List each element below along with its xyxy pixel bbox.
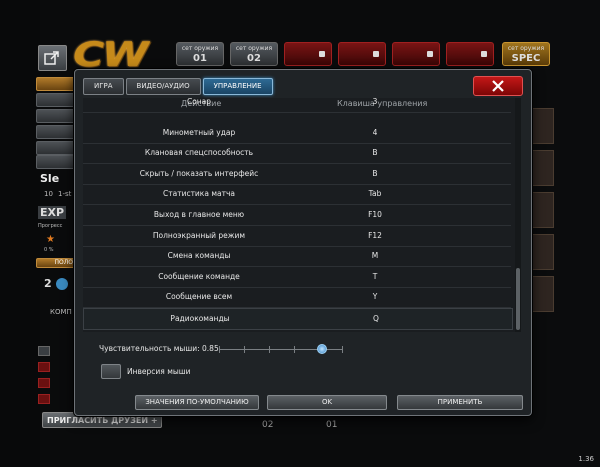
action-name: Клановая спецспособность [144,148,254,158]
weapon-set-label: сет оружия [235,45,273,52]
add-friends-icon: + [150,416,158,425]
keybinding-row[interactable]: Минометный удар 4 [83,123,511,144]
keybindings-table: Действие Клавиша управления Сонар 3 Миноме… [83,98,521,332]
back-button[interactable] [38,45,67,71]
bottom-tab[interactable]: 01 [326,420,337,430]
keybinding-row[interactable]: Статистика матча Tab [83,184,511,206]
action-name: Смена команды [167,251,231,261]
lock-icon [481,51,487,57]
lock-icon [319,51,325,57]
slot-item[interactable] [38,346,50,356]
keybinding-row[interactable]: Сообщение всем Y [83,287,511,309]
defaults-button[interactable]: Значения по-умолчанию [135,395,259,410]
keybinding-row[interactable]: Клановая спецспособность B [83,143,511,165]
key-binding[interactable]: F10 [315,210,435,219]
coin-icon [56,278,68,290]
weapon-set-number: 01 [193,53,207,64]
key-binding[interactable]: B [315,148,435,157]
lock-icon [427,51,433,57]
side-menu-item[interactable] [36,93,78,107]
keybinding-row[interactable]: Радиокоманды Q [83,308,513,330]
key-binding[interactable]: B [315,169,435,178]
action-name: Радиокоманды [170,314,230,323]
tab-controls[interactable]: УПРАВЛЕНИЕ [202,78,273,95]
invert-mouse-checkbox[interactable] [101,364,121,379]
action-name: Скрыть / показать интерфейс [139,168,259,178]
keybinding-row[interactable]: Смена команды M [83,246,511,268]
key-binding[interactable]: M [315,251,435,260]
key-binding[interactable]: Tab [315,189,435,198]
keybinding-row[interactable]: Скрыть / показать интерфейс B [83,164,511,185]
side-menu-item[interactable] [36,155,78,169]
action-name: Статистика матча [163,189,235,199]
weapon-set-slot[interactable] [392,42,440,66]
exit-icon [44,51,59,65]
keybinding-row[interactable]: Полноэкранный режим F12 [83,226,511,247]
player-rank: 1-st [58,190,72,198]
player-name: Sle [40,172,60,185]
close-button[interactable] [473,76,523,96]
side-menu-item[interactable] [36,77,78,91]
key-binding[interactable]: 3 [315,98,435,106]
action-name: Сообщение команде [158,271,240,281]
key-binding[interactable]: F12 [315,231,435,240]
side-menu-item[interactable] [36,109,78,123]
left-backdrop [0,0,40,467]
side-menu-item[interactable] [36,141,78,155]
game-logo: CW [73,35,149,75]
version-label: 1.36 [578,455,594,463]
slider-knob[interactable] [317,344,327,354]
bottom-tab[interactable]: 02 [262,420,273,430]
table-scrollbar[interactable] [515,98,521,332]
apply-button[interactable]: Применить [397,395,523,410]
progress-value: 0 % [44,247,54,253]
weapon-set-number: 02 [247,53,261,64]
keybinding-row[interactable]: Выход в главное меню F10 [83,205,511,226]
key-binding[interactable]: T [315,272,435,281]
ok-button[interactable]: OK [267,395,387,410]
tab-video-audio[interactable]: ВИДЕО/АУДИО [125,78,201,95]
weapon-set-label: сет оружия [507,45,545,52]
keybinding-row[interactable]: Сообщение команде T [83,267,511,288]
weapon-set-slot[interactable] [284,42,332,66]
action-name: Сообщение всем [165,292,233,302]
player-level: 10 [44,190,53,198]
locked-slot [38,378,50,388]
settings-dialog: ИГРА ВИДЕО/АУДИО УПРАВЛЕНИЕ Действие Кла… [74,69,532,416]
side-menu-item[interactable] [36,125,78,139]
exp-badge: EXP [38,206,67,219]
locked-slot [38,362,50,372]
action-name: Сонар [186,98,212,106]
locked-slot [38,394,50,404]
comp-label: КОМП [50,308,72,316]
key-binding[interactable]: 4 [315,128,435,137]
keybinding-row[interactable]: Сонар 3 [83,98,511,113]
weapon-set-slot[interactable]: сет оружия SPEC [502,42,550,66]
weapon-set-slot[interactable] [338,42,386,66]
tab-game[interactable]: ИГРА [83,78,124,95]
side-count: 2 [44,277,52,290]
action-name: Полноэкранный режим [152,230,246,240]
settings-tabs: ИГРА ВИДЕО/АУДИО УПРАВЛЕНИЕ [83,78,273,95]
rank-star-icon: ★ [46,234,55,245]
progress-label: Прогресс [38,223,63,229]
key-binding[interactable]: Q [316,314,436,323]
weapon-set-slot[interactable]: сет оружия 01 [176,42,224,66]
action-name: Минометный удар [162,127,236,137]
action-name: Выход в главное меню [153,210,245,219]
weapon-set-slot[interactable] [446,42,494,66]
invert-mouse-label: Инверсия мыши [127,367,191,376]
side-panel-header: ПОЛО [36,258,76,268]
scrollbar-thumb[interactable] [516,268,520,330]
weapon-set-label: сет оружия [181,45,219,52]
mouse-sensitivity-label: Чувствительность мыши: 0.85 [99,344,219,353]
mouse-sensitivity-value: 0.85 [202,344,219,353]
close-x-icon [492,80,504,92]
key-binding[interactable]: Y [315,292,435,301]
weapon-set-slot[interactable]: сет оружия 02 [230,42,278,66]
weapon-set-number: SPEC [511,53,541,64]
lock-icon [373,51,379,57]
